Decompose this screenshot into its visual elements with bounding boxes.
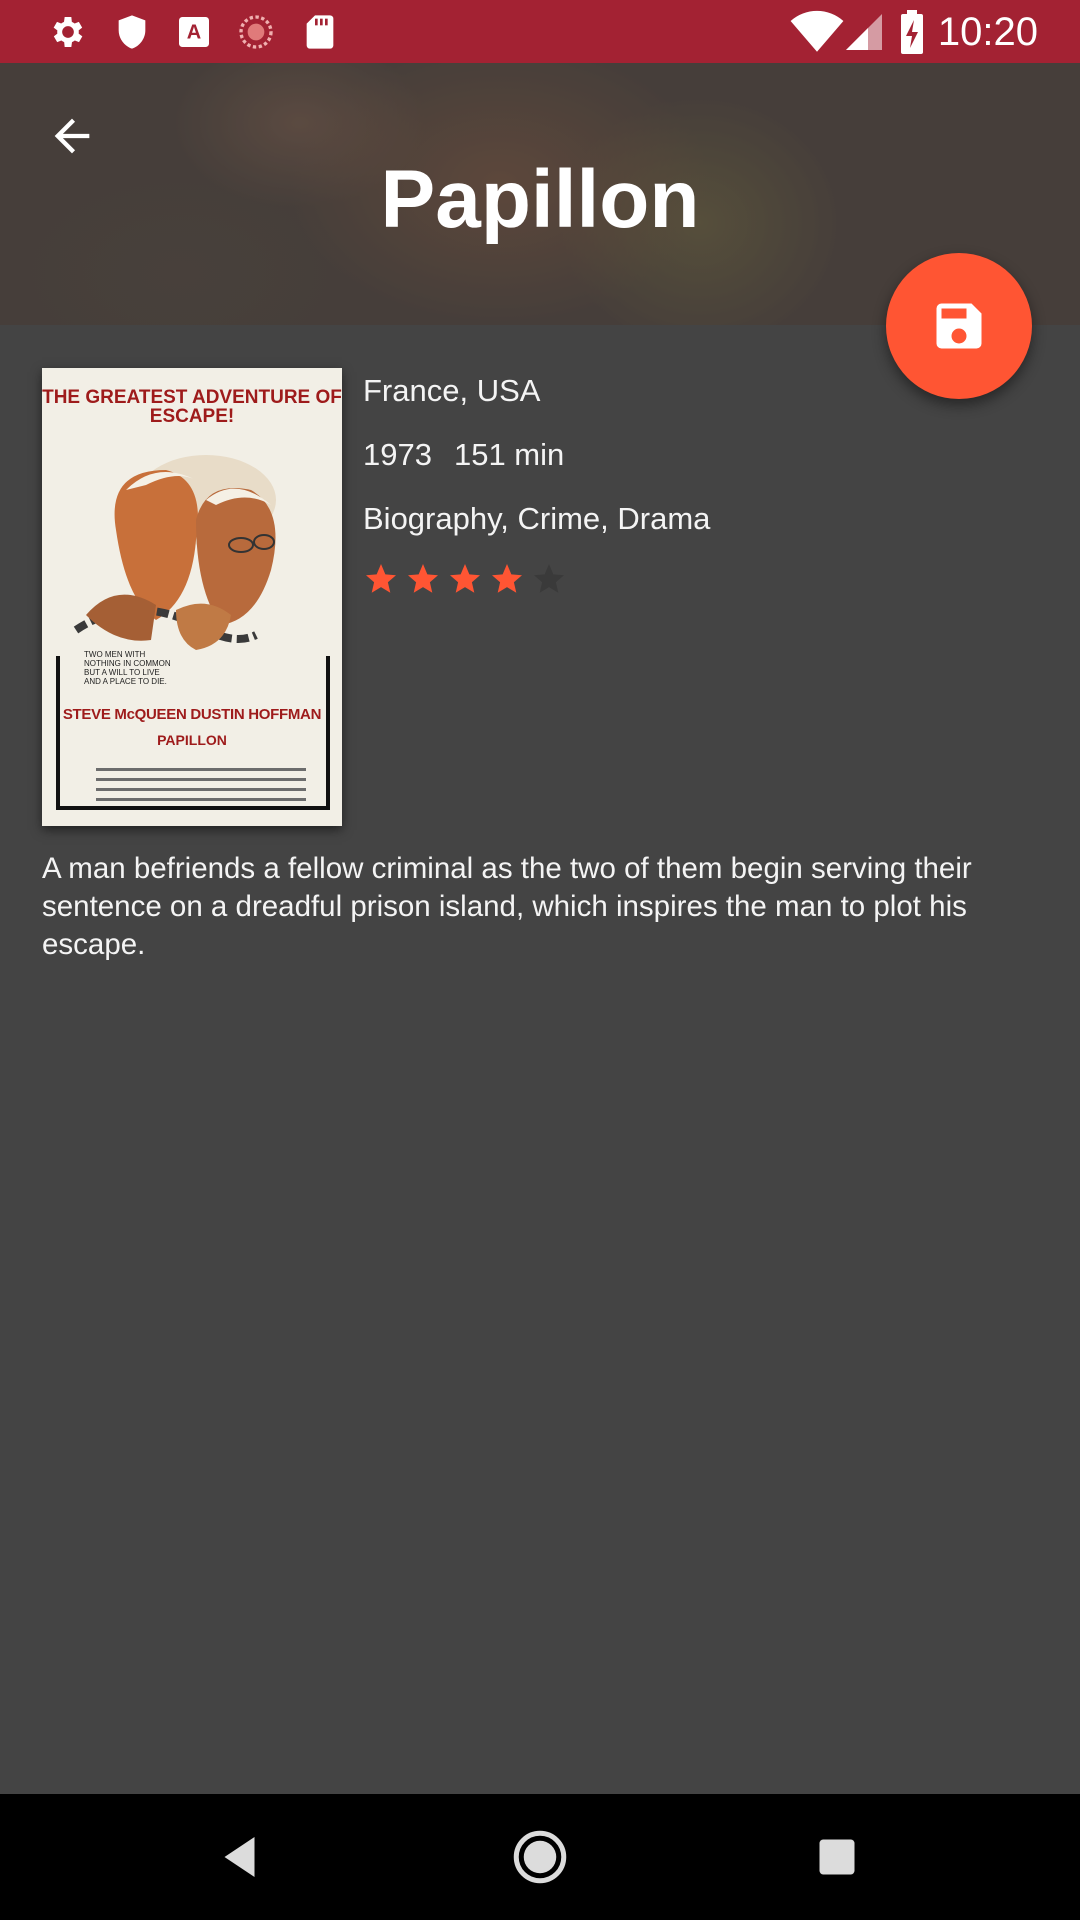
floppy-disk-icon — [936, 303, 982, 349]
country-text: France, USA — [363, 373, 541, 408]
shield-icon — [118, 15, 146, 49]
recents-square-icon[interactable] — [807, 1827, 867, 1887]
star-empty-icon — [534, 564, 564, 593]
home-circle-icon[interactable] — [510, 1827, 570, 1887]
save-button[interactable] — [886, 253, 1032, 399]
poster-cast: STEVE McQUEEN DUSTIN HOFFMAN — [62, 706, 322, 723]
back-triangle-icon[interactable] — [212, 1827, 272, 1887]
font-icon: A — [179, 17, 209, 47]
battery-charging-icon — [901, 10, 923, 54]
wifi-icon — [790, 10, 844, 52]
star-filled-icon — [492, 564, 522, 593]
poster-film-title: PAPILLON — [157, 732, 227, 748]
runtime-text: 151 min — [453, 437, 565, 472]
poster-credits-line — [96, 778, 306, 781]
sync-icon — [239, 15, 273, 49]
poster-credits-line — [96, 788, 306, 791]
star-filled-icon — [450, 564, 480, 593]
movie-poster: THE GREATEST ADVENTURE OF ESCAPE! TWO ME… — [42, 368, 342, 826]
year-runtime: 1973 151 min — [363, 435, 564, 475]
star-filled-icon — [408, 564, 438, 593]
page-title: Papillon — [380, 154, 700, 245]
poster-headline: THE GREATEST ADVENTURE OF ESCAPE! — [42, 387, 342, 427]
clock: 10:20 — [937, 10, 1038, 54]
sd-card-icon — [306, 15, 334, 49]
genres-text: Biography, Crime, Drama — [363, 501, 711, 536]
year-text: 1973 — [363, 437, 432, 472]
svg-text:A: A — [187, 22, 201, 44]
rating-stars — [363, 561, 567, 601]
plot-description: A man befriends a fellow criminal as the… — [42, 852, 972, 961]
poster-tagline: TWO MEN WITH NOTHING IN COMMON BUT A WIL… — [84, 650, 171, 686]
star-filled-icon — [366, 564, 396, 593]
cell-signal-icon — [846, 14, 882, 50]
poster-credits-line — [96, 768, 306, 771]
gear-icon — [53, 17, 83, 47]
navigation-bar — [0, 1794, 1080, 1920]
status-bar: A 10:20 — [0, 0, 1080, 63]
poster-credits-line — [96, 798, 306, 801]
